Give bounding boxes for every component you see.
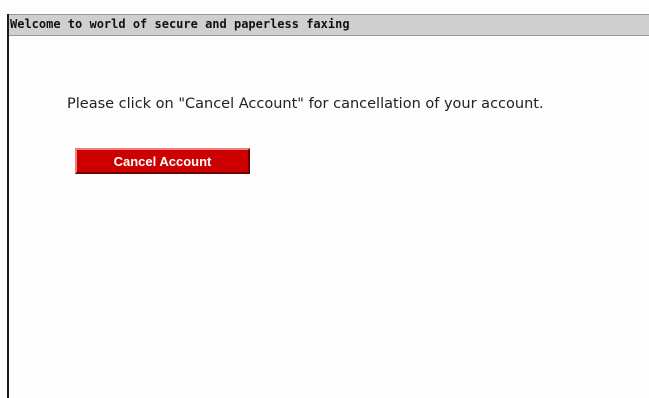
cancel-account-button[interactable]: Cancel Account bbox=[75, 148, 250, 174]
page-title: Welcome to world of secure and paperless… bbox=[10, 17, 350, 31]
page: Welcome to world of secure and paperless… bbox=[0, 0, 649, 398]
content-area: Please click on "Cancel Account" for can… bbox=[9, 36, 649, 398]
instruction-text: Please click on "Cancel Account" for can… bbox=[67, 96, 544, 112]
header-bar: Welcome to world of secure and paperless… bbox=[7, 14, 649, 36]
